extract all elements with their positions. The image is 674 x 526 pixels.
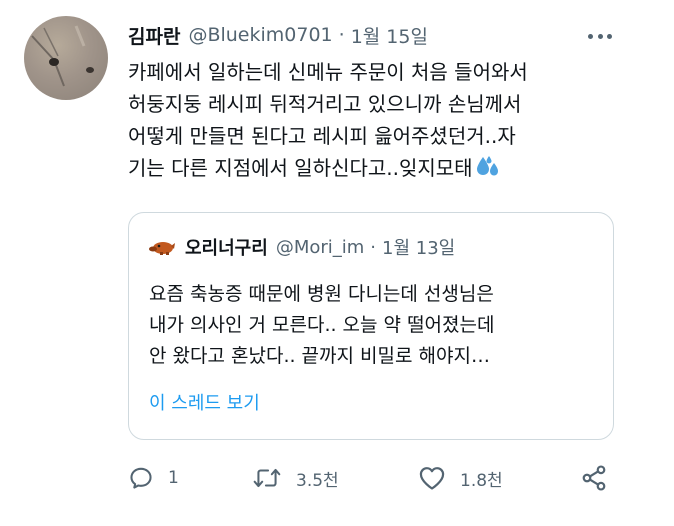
author-display-name[interactable]: 김파란 [128, 22, 180, 49]
reply-button[interactable]: 1 [128, 460, 179, 496]
sweat-droplets-icon [476, 156, 498, 176]
author-avatar[interactable] [24, 16, 108, 100]
share-icon [582, 465, 606, 491]
quoted-tweet-text: 요즘 축농증 때문에 병원 다니는데 선생님은 내가 의사인 거 모른다.. 오… [149, 279, 599, 372]
quoted-text-line: 내가 의사인 거 모른다.. 오늘 약 떨어졌는데 [149, 314, 495, 336]
quoted-tweet[interactable]: 오리너구리 @Mori_im · 1월 13일 요즘 축농증 때문에 병원 다니… [128, 212, 614, 440]
quoted-author-display-name[interactable]: 오리너구리 [185, 234, 268, 260]
quoted-text-line: 요즘 축농증 때문에 병원 다니는데 선생님은 [149, 283, 494, 305]
tweet-text: 카페에서 일하는데 신메뉴 주문이 처음 들어와서 허둥지둥 레시피 뒤적거리고… [128, 56, 628, 184]
like-icon [419, 467, 445, 490]
author-handle[interactable]: @Bluekim0701 [188, 24, 332, 46]
reply-icon [130, 467, 152, 489]
more-icon[interactable] [584, 26, 616, 46]
platypus-avatar-icon [149, 242, 175, 255]
share-button[interactable] [580, 460, 608, 496]
like-count: 1.8천 [460, 470, 503, 491]
retweet-count: 3.5천 [296, 470, 339, 491]
retweet-icon [253, 468, 281, 488]
tweet-header: 김파란 @Bluekim0701 · 1월 15일 [128, 20, 428, 50]
separator-dot: · [370, 236, 377, 258]
tweet: 김파란 @Bluekim0701 · 1월 15일 카페에서 일하는데 신메뉴 … [0, 0, 674, 526]
tweet-text-line: 어떻게 만들면 된다고 레시피 읊어주셨던거..자 [128, 124, 516, 148]
like-button[interactable]: 1.8천 [418, 460, 503, 496]
quoted-tweet-header: 오리너구리 @Mori_im · 1월 13일 [149, 233, 455, 261]
tweet-text-line: 기는 다른 지점에서 일하신다고..잊지모태 [128, 156, 473, 180]
quoted-text-line: 안 왔다고 혼났다.. 끝까지 비밀로 해야지… [149, 345, 490, 367]
tweet-text-line: 허둥지둥 레시피 뒤적거리고 있으니까 손님께서 [128, 92, 522, 116]
tweet-timestamp[interactable]: 1월 15일 [351, 22, 428, 49]
show-thread-link[interactable]: 이 스레드 보기 [149, 389, 260, 415]
tweet-text-line-last: 기는 다른 지점에서 일하신다고..잊지모태 [128, 152, 628, 184]
tweet-text-line: 카페에서 일하는데 신메뉴 주문이 처음 들어와서 [128, 60, 528, 84]
quoted-author-handle[interactable]: @Mori_im [276, 237, 364, 258]
retweet-button[interactable]: 3.5천 [252, 460, 339, 496]
quoted-tweet-timestamp[interactable]: 1월 13일 [382, 234, 455, 260]
separator-dot: · [338, 24, 345, 46]
reply-count: 1 [168, 468, 179, 488]
tweet-actions-bar: 1 3.5천 1.8천 [128, 460, 618, 496]
